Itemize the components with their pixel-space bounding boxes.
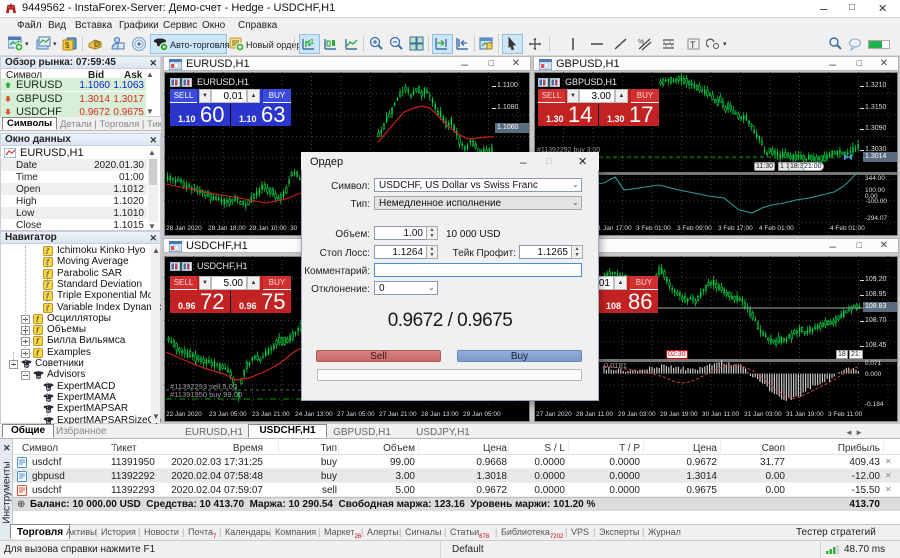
svg-text:T: T [690, 40, 696, 50]
svg-text:$: $ [65, 41, 70, 50]
svg-text:#11391950 buy 99.00: #11391950 buy 99.00 [170, 390, 242, 399]
svg-text:1: 1 [310, 39, 314, 46]
svg-text:0.0181: 0.0181 [604, 361, 627, 370]
svg-text:%: % [638, 39, 644, 46]
